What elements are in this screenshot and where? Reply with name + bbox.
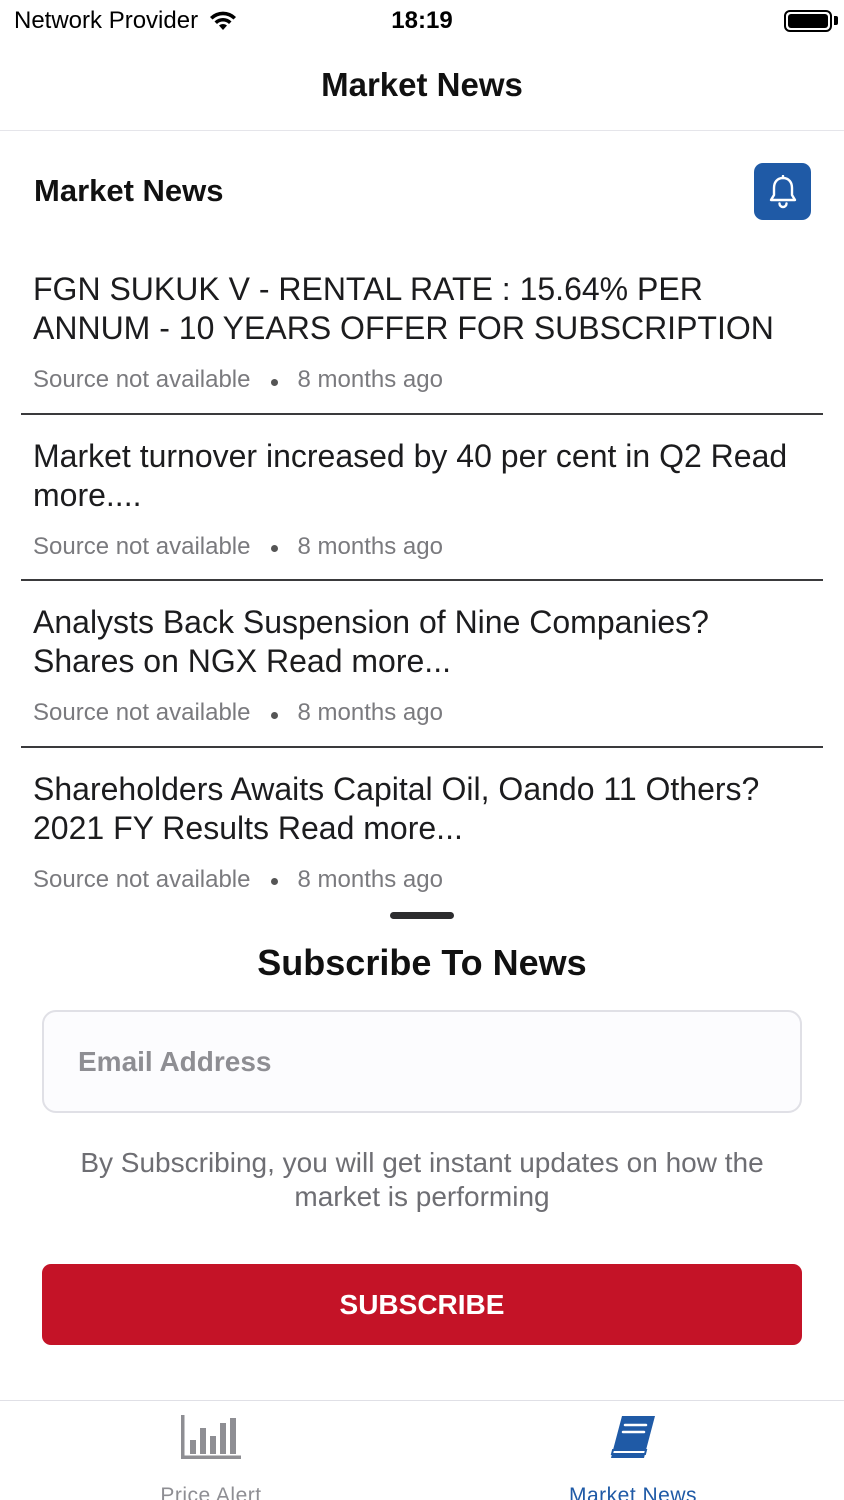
news-item[interactable]: Market turnover increased by 40 per cent… — [21, 415, 823, 581]
news-meta: Source not available 8 months ago — [33, 366, 811, 394]
battery-icon — [784, 10, 832, 32]
news-item[interactable]: FGN SUKUK V - RENTAL RATE : 15.64% PER A… — [21, 248, 823, 415]
news-meta: Source not available 8 months ago — [33, 699, 811, 727]
book-icon — [610, 1416, 655, 1458]
news-headline: Market turnover increased by 40 per cent… — [33, 437, 788, 513]
news-time: 8 months ago — [297, 366, 443, 393]
tab-label: Market News — [568, 1484, 698, 1500]
section-title: Market News — [34, 173, 224, 208]
battery-cap — [834, 16, 838, 25]
bell-icon — [769, 174, 796, 208]
status-time: 18:19 — [391, 7, 453, 34]
news-meta: Source not available 8 months ago — [33, 866, 811, 894]
news-source: Source not available — [33, 366, 251, 393]
nav-bar: Market News — [0, 44, 844, 131]
tab-bar: Price Alert Market News — [0, 1400, 844, 1500]
separator-dot — [271, 378, 279, 386]
news-headline: Analysts Back Suspension of Nine Compani… — [33, 604, 709, 679]
separator-dot — [271, 545, 279, 552]
tab-icon-wrapper — [608, 1414, 658, 1460]
news-headline: Shareholders Awaits Capital Oil, Oando 1… — [33, 770, 760, 846]
bar-chart-icon — [181, 1415, 241, 1459]
news-meta: Source not available 8 months ago — [33, 533, 811, 561]
email-field[interactable] — [42, 1010, 802, 1113]
tab-market-news[interactable]: Market News — [422, 1401, 844, 1500]
news-time: 8 months ago — [297, 532, 443, 560]
tab-label: Price Alert — [160, 1484, 262, 1500]
notification-bell-button[interactable] — [754, 163, 811, 220]
subscribe-title: Subscribe To News — [257, 942, 587, 983]
news-time: 8 months ago — [297, 699, 443, 726]
news-headline: FGN SUKUK V - RENTAL RATE : 15.64% PER A… — [33, 271, 774, 346]
news-time: 8 months ago — [297, 865, 443, 893]
news-item[interactable]: Analysts Back Suspension of Nine Compani… — [21, 581, 823, 748]
status-bar: Network Provider 18:19 — [0, 0, 844, 44]
tab-price-alert[interactable]: Price Alert — [0, 1401, 422, 1500]
subscribe-button[interactable]: SUBSCRIBE — [42, 1264, 802, 1345]
sheet-drag-handle[interactable] — [390, 912, 454, 919]
separator-dot — [271, 711, 279, 719]
tab-icon-wrapper — [180, 1414, 242, 1460]
separator-dot — [271, 878, 279, 885]
news-source: Source not available — [33, 865, 251, 893]
news-list: FGN SUKUK V - RENTAL RATE : 15.64% PER A… — [21, 248, 823, 914]
news-source: Source not available — [33, 532, 251, 560]
news-source: Source not available — [33, 699, 251, 726]
news-item[interactable]: Shareholders Awaits Capital Oil, Oando 1… — [21, 748, 823, 915]
subscribe-hint: By Subscribing, you will get instant upd… — [80, 1147, 764, 1212]
nav-title: Market News — [321, 66, 523, 103]
